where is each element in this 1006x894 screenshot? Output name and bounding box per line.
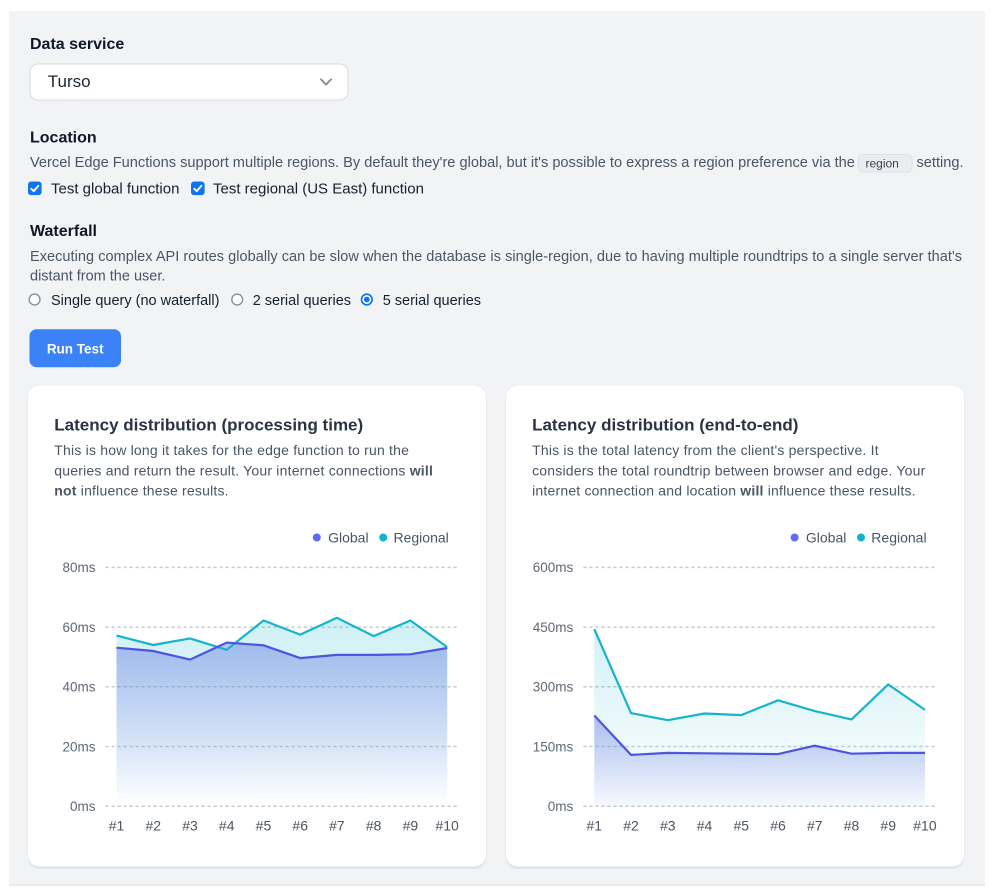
svg-text:#2: #2: [145, 817, 161, 833]
svg-text:#10: #10: [435, 817, 459, 833]
svg-text:2 serial queries: 2 serial queries: [253, 293, 351, 309]
svg-text:Executing complex API routes g: Executing complex API routes globally ca…: [30, 249, 962, 265]
svg-text:Single query (no waterfall): Single query (no waterfall): [51, 293, 219, 309]
svg-text:considers the total roundtrip: considers the total roundtrip between br…: [532, 462, 926, 478]
svg-text:#2: #2: [623, 817, 639, 833]
svg-text:600ms: 600ms: [533, 560, 574, 575]
svg-text:Latency distribution (end-to-e: Latency distribution (end-to-end): [532, 416, 798, 435]
svg-text:20ms: 20ms: [62, 739, 95, 754]
svg-text:#6: #6: [770, 817, 786, 833]
svg-text:internet connection and locati: internet connection and location will in…: [532, 483, 916, 499]
svg-text:region: region: [866, 156, 899, 170]
svg-text:Location: Location: [30, 129, 97, 146]
svg-text:#8: #8: [844, 817, 860, 833]
svg-text:5 serial queries: 5 serial queries: [383, 293, 481, 309]
svg-text:queries and return the result.: queries and return the result. Your inte…: [54, 462, 433, 478]
svg-text:#5: #5: [733, 817, 749, 833]
svg-text:not influence these results.: not influence these results.: [54, 483, 228, 499]
svg-text:Waterfall: Waterfall: [30, 223, 97, 240]
svg-text:Run Test: Run Test: [47, 341, 104, 356]
svg-text:Test global function: Test global function: [51, 181, 179, 198]
svg-text:#1: #1: [587, 817, 603, 833]
svg-text:#4: #4: [219, 817, 235, 833]
svg-text:#8: #8: [366, 817, 382, 833]
svg-text:Regional: Regional: [871, 529, 926, 545]
svg-text:Global: Global: [328, 529, 368, 545]
svg-text:#5: #5: [256, 817, 272, 833]
svg-text:300ms: 300ms: [533, 680, 574, 695]
svg-text:Regional: Regional: [394, 529, 449, 545]
svg-text:#4: #4: [697, 817, 713, 833]
svg-text:Turso: Turso: [48, 72, 91, 91]
svg-text:#1: #1: [109, 817, 125, 833]
svg-text:Latency distribution (processi: Latency distribution (processing time): [54, 416, 363, 435]
svg-text:#9: #9: [403, 817, 419, 833]
svg-text:0ms: 0ms: [70, 799, 96, 814]
svg-text:distant from the user.: distant from the user.: [30, 268, 165, 284]
svg-text:Data service: Data service: [30, 36, 124, 53]
svg-text:80ms: 80ms: [62, 560, 95, 575]
svg-text:450ms: 450ms: [533, 620, 574, 635]
svg-text:setting.: setting.: [917, 155, 964, 171]
svg-text:0ms: 0ms: [548, 799, 574, 814]
svg-text:#10: #10: [913, 817, 937, 833]
svg-text:#9: #9: [880, 817, 896, 833]
svg-text:40ms: 40ms: [62, 680, 95, 695]
svg-text:Vercel Edge Functions support: Vercel Edge Functions support multiple r…: [30, 155, 855, 171]
svg-text:This is how long it takes for: This is how long it takes for the edge f…: [54, 442, 409, 458]
svg-text:#6: #6: [292, 817, 308, 833]
svg-text:#7: #7: [329, 817, 345, 833]
svg-text:150ms: 150ms: [533, 739, 574, 754]
svg-text:60ms: 60ms: [62, 620, 95, 635]
svg-text:Global: Global: [806, 529, 846, 545]
svg-text:#3: #3: [182, 817, 198, 833]
svg-text:#3: #3: [660, 817, 676, 833]
svg-text:This is the total latency from: This is the total latency from the clien…: [532, 442, 879, 458]
svg-text:#7: #7: [807, 817, 823, 833]
svg-text:Test regional (US East) functi: Test regional (US East) function: [213, 181, 424, 198]
